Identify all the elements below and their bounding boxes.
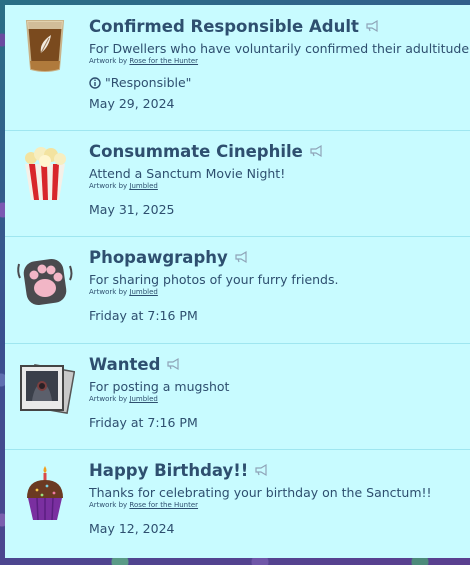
artist-link[interactable]: Jumbled [129, 288, 157, 296]
achievement-date: May 31, 2025 [89, 202, 175, 217]
mugshot-photo-icon [20, 363, 75, 415]
paw-icon [17, 258, 73, 306]
artist-link[interactable]: Jumbled [129, 182, 157, 190]
achievement-description: Thanks for celebrating your birthday on … [89, 485, 432, 500]
megaphone-icon[interactable] [234, 250, 250, 264]
artwork-credit: Artwork by Rose for the Hunter [89, 57, 464, 65]
achievement-date: Friday at 7:16 PM [89, 415, 198, 430]
artwork-credit: Artwork by Jumbled [89, 288, 464, 296]
achievement-item: Happy Birthday!! Thanks for celebrating … [5, 449, 470, 558]
achievement-title: Happy Birthday!! [89, 460, 249, 480]
achievement-description: For sharing photos of your furry friends… [89, 272, 339, 287]
achievement-item: Wanted For posting a mugshot Artwork by … [5, 343, 470, 450]
artwork-credit: Artwork by Jumbled [89, 395, 464, 403]
achievement-item: Confirmed Responsible Adult For Dwellers… [5, 5, 470, 131]
drink-glass-icon [25, 20, 65, 72]
achievement-title: Consummate Cinephile [89, 141, 303, 161]
artwork-credit: Artwork by Jumbled [89, 182, 464, 190]
achievement-item: Phopawgraphy For sharing photos of your … [5, 236, 470, 344]
artwork-prefix: Artwork by [89, 501, 128, 509]
artwork-prefix: Artwork by [89, 288, 128, 296]
artist-link[interactable]: Rose for the Hunter [129, 501, 198, 509]
megaphone-icon[interactable] [254, 463, 270, 477]
achievement-item: Consummate Cinephile Attend a Sanctum Mo… [5, 130, 470, 237]
achievement-description: For posting a mugshot [89, 379, 230, 394]
achievement-title: Confirmed Responsible Adult [89, 16, 359, 36]
achievements-list: Confirmed Responsible Adult For Dwellers… [5, 5, 470, 558]
artwork-prefix: Artwork by [89, 182, 128, 190]
info-note: "Responsible" [89, 75, 464, 90]
note-text: "Responsible" [105, 75, 192, 90]
achievement-title: Wanted [89, 354, 161, 374]
achievement-date: May 29, 2024 [89, 96, 175, 111]
artist-link[interactable]: Rose for the Hunter [129, 57, 198, 65]
achievement-description: For Dwellers who have voluntarily confir… [89, 41, 470, 56]
achievement-description: Attend a Sanctum Movie Night! [89, 166, 286, 181]
megaphone-icon[interactable] [166, 357, 182, 371]
achievement-date: Friday at 7:16 PM [89, 308, 198, 323]
artwork-prefix: Artwork by [89, 395, 128, 403]
achievement-title: Phopawgraphy [89, 247, 228, 267]
popcorn-icon [25, 147, 66, 200]
achievement-date: May 12, 2024 [89, 521, 175, 536]
megaphone-icon[interactable] [365, 19, 381, 33]
artwork-credit: Artwork by Rose for the Hunter [89, 501, 464, 509]
artist-link[interactable]: Jumbled [129, 395, 157, 403]
megaphone-icon[interactable] [309, 144, 325, 158]
birthday-cupcake-icon [27, 466, 63, 521]
artwork-prefix: Artwork by [89, 57, 128, 65]
info-icon[interactable] [89, 76, 101, 89]
